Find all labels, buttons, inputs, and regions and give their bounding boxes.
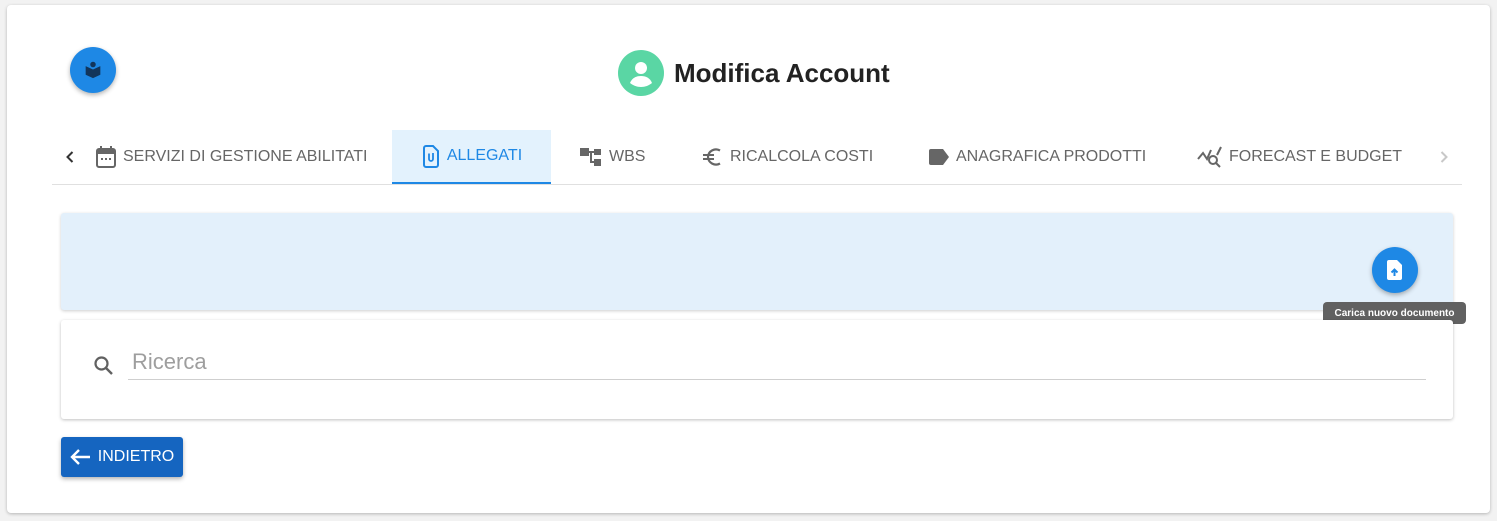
tab-anagrafica-prodotti[interactable]: ANAGRAFICA PRODOTTI (928, 130, 1146, 184)
chevron-left-icon (66, 151, 74, 163)
account-avatar (618, 50, 664, 96)
back-button-label: INDIETRO (97, 448, 175, 465)
euro-icon (703, 148, 721, 166)
tabs-scroll-left-button[interactable] (52, 130, 88, 184)
search-icon (94, 356, 113, 375)
tab-allegati[interactable]: ALLEGATI (392, 130, 551, 184)
tab-wbs[interactable]: WBS (579, 130, 645, 184)
back-button[interactable]: INDIETRO (61, 437, 183, 477)
upload-file-icon (1387, 260, 1402, 280)
book-button[interactable] (70, 47, 116, 93)
page-header: Modifica Account (618, 50, 890, 96)
tab-label: ANAGRAFICA PRODOTTI (956, 148, 1147, 165)
person-icon (630, 62, 652, 87)
tab-ricalcola-costi[interactable]: RICALCOLA COSTI (700, 130, 873, 184)
search-panel (61, 320, 1453, 419)
attachment-icon (422, 145, 439, 168)
calendar-icon (96, 146, 116, 168)
query-stats-icon (1197, 146, 1222, 168)
tab-servizi-gestione[interactable]: SERVIZI DI GESTIONE ABILITATI (95, 130, 368, 184)
chevron-right-icon (1440, 151, 1448, 163)
tabs-scroll-right-button[interactable] (1426, 130, 1462, 184)
tab-label: ALLEGATI (446, 147, 523, 164)
search-field (128, 344, 1426, 380)
page-title: Modifica Account (674, 57, 890, 88)
tab-label: SERVIZI DI GESTIONE ABILITATI (123, 148, 368, 165)
label-icon (929, 149, 949, 165)
tab-bar: SERVIZI DI GESTIONE ABILITATI ALLEGATI W… (52, 130, 1462, 185)
upload-document-button[interactable] (1372, 247, 1418, 293)
tree-structure-icon (580, 148, 601, 166)
search-input[interactable] (128, 348, 1426, 375)
tab-label: RICALCOLA COSTI (730, 148, 874, 165)
tab-label: FORECAST E BUDGET (1229, 148, 1403, 165)
tab-forecast-budget[interactable]: FORECAST E BUDGET (1197, 130, 1402, 184)
tab-label: WBS (609, 148, 646, 165)
attachments-toolbar (61, 213, 1453, 310)
arrow-left-icon (70, 449, 90, 465)
book-icon (85, 61, 101, 79)
